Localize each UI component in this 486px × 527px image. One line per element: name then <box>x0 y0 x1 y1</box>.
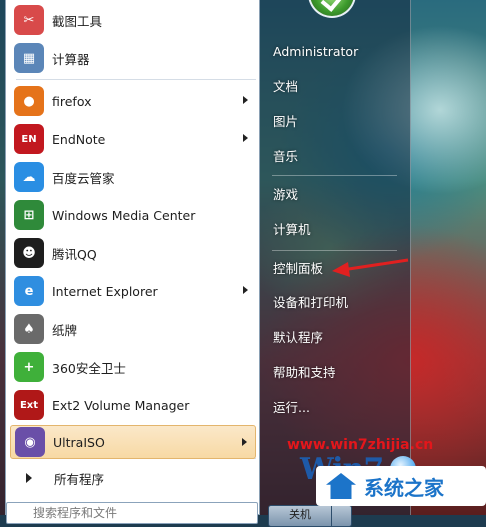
right-link[interactable]: 运行... <box>268 394 404 422</box>
program-item[interactable]: ☁ 百度云管家 <box>10 160 256 194</box>
program-label: Windows Media Center <box>52 207 196 223</box>
program-list-pane: 所有程序 ✂ 截图工具 ▦ 计算器 ● firefox EN EndNote ☁ 百度云管家 ⊞ Wi… <box>5 0 260 515</box>
program-item[interactable]: ◉ UltraISO <box>10 425 256 459</box>
right-link[interactable]: 计算机 <box>268 216 404 244</box>
program-item[interactable]: ▦ 计算器 <box>10 41 256 75</box>
solitaire-cards-icon: ♠ <box>14 314 44 344</box>
media-center-icon: ⊞ <box>14 200 44 230</box>
ext2-icon: Ext <box>14 390 44 420</box>
search-input[interactable]: 搜索程序和文件 <box>6 502 258 524</box>
all-programs-label: 所有程序 <box>54 471 105 487</box>
right-link[interactable]: 图片 <box>268 108 404 136</box>
right-link[interactable]: 设备和打印机 <box>268 289 404 317</box>
shutdown-button[interactable]: 关机 <box>268 505 332 527</box>
annotation-arrow-icon <box>332 258 409 277</box>
program-item[interactable]: +360安全卫士 <box>10 350 256 384</box>
baidu-cloud-icon: ☁ <box>14 162 44 192</box>
right-link[interactable]: 文档 <box>268 73 404 101</box>
program-label: 腾讯QQ <box>52 246 97 262</box>
calculator-icon: ▦ <box>14 43 44 73</box>
watermark-logo: 系统之家 <box>316 466 486 506</box>
submenu-arrow-icon <box>243 134 248 142</box>
submenu-arrow-icon <box>243 286 248 294</box>
internet-explorer-icon: e <box>14 276 44 306</box>
program-item[interactable]: ⊞ Windows Media Center <box>10 198 256 232</box>
program-label: UltraISO <box>53 434 105 450</box>
program-item[interactable]: ✂ 截图工具 <box>10 3 256 37</box>
program-label: 纸牌 <box>52 322 78 338</box>
program-label: 截图工具 <box>52 13 103 29</box>
program-label: EndNote <box>52 131 106 147</box>
program-label: 360安全卫士 <box>52 360 126 376</box>
endnote-icon: EN <box>14 124 44 154</box>
program-item[interactable]: Ext Ext2 Volume Manager <box>10 388 256 422</box>
program-item[interactable]: ● firefox <box>10 84 256 118</box>
program-item[interactable]: e Internet Explorer <box>10 274 256 308</box>
submenu-arrow-icon <box>242 438 247 446</box>
program-item[interactable]: ☻ 腾讯QQ <box>10 236 256 270</box>
right-link[interactable]: 游戏 <box>268 181 404 209</box>
submenu-arrow-icon <box>243 96 248 104</box>
watermark-brand: 系统之家 <box>364 475 444 500</box>
right-link[interactable]: 帮助和支持 <box>268 359 404 387</box>
360-security-icon: + <box>14 352 44 382</box>
house-logo-icon <box>326 473 356 499</box>
program-label: Ext2 Volume Manager <box>52 397 190 413</box>
program-label: 计算器 <box>52 51 90 67</box>
firefox-icon: ● <box>14 86 44 116</box>
triangle-right-icon <box>26 473 32 483</box>
right-link[interactable]: Administrator <box>268 38 404 66</box>
program-list-separator <box>16 79 256 80</box>
right-pane-separator <box>272 175 397 176</box>
ultraiso-disc-icon: ◉ <box>15 427 45 457</box>
program-label: Internet Explorer <box>52 283 158 299</box>
program-label: 百度云管家 <box>52 170 115 186</box>
program-item[interactable]: ♠ 纸牌 <box>10 312 256 346</box>
scissors-icon: ✂ <box>14 5 44 35</box>
all-programs-button[interactable]: 所有程序 <box>10 463 256 493</box>
qq-penguin-icon: ☻ <box>14 238 44 268</box>
right-link[interactable]: 默认程序 <box>268 324 404 352</box>
shutdown-options-button[interactable] <box>332 505 352 527</box>
right-link[interactable]: 音乐 <box>268 143 404 171</box>
watermark-url: www.win7zhijia.cn <box>287 437 434 453</box>
program-label: firefox <box>52 93 92 109</box>
program-item[interactable]: EN EndNote <box>10 122 256 156</box>
